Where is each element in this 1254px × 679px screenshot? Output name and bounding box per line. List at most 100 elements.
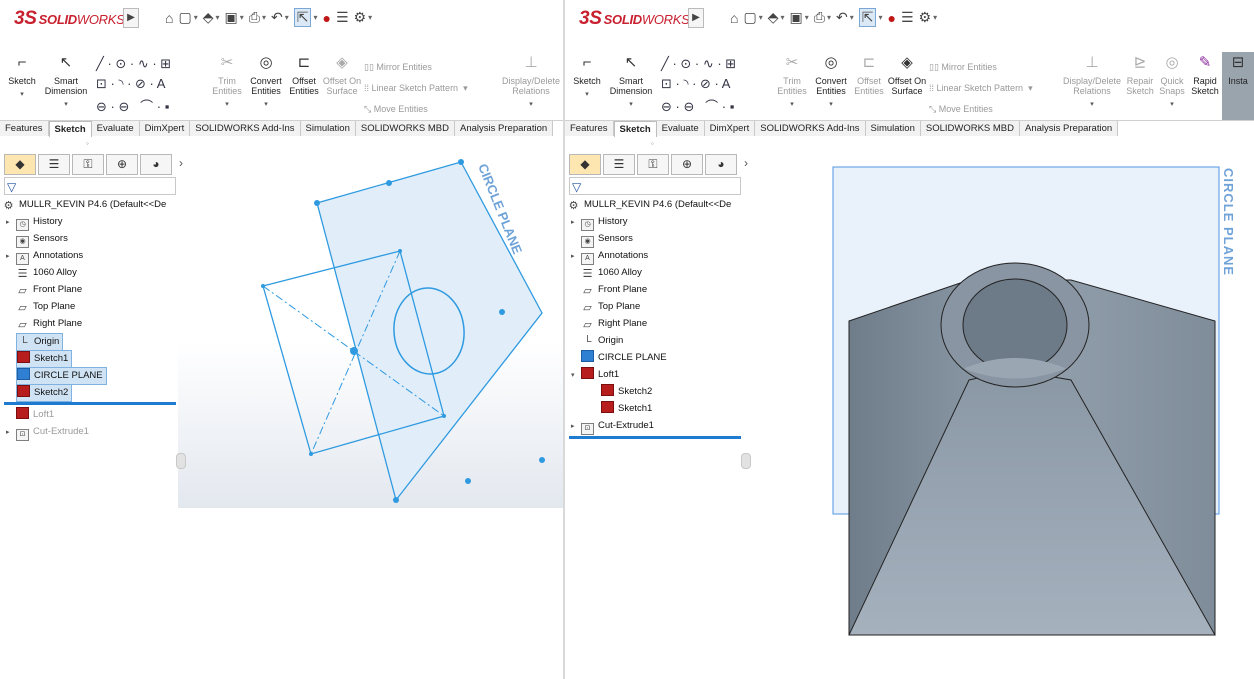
home-icon[interactable]: ⌂ (165, 10, 173, 26)
repair-sketch-button[interactable]: ⊵ Repair Sketch (1125, 52, 1155, 96)
linear-sketch-pattern-button[interactable]: ⁞⁞ Linear Sketch Pattern ▾ (929, 83, 1033, 94)
save-icon[interactable]: ▣ (790, 9, 803, 26)
convert-entities-button[interactable]: ◎ Convert Entities ▾ (246, 52, 286, 110)
print-icon[interactable]: ⎙ (814, 9, 825, 26)
tab-mbd[interactable]: SOLIDWORKS MBD (920, 121, 1021, 136)
tree-item-material[interactable]: ☰ 1060 Alloy (581, 265, 642, 281)
tree-item-right-plane[interactable]: ▱ Right Plane (581, 316, 647, 332)
file-properties-icon[interactable]: ☰ (901, 9, 914, 26)
offset-entities-button[interactable]: ⊏ Offset Entities (851, 52, 887, 96)
slot-tools-row[interactable]: ⊖ · ⊖ ⌒ · ▪ (96, 96, 169, 115)
panel-resize-handle[interactable] (176, 453, 186, 469)
tree-item-sketch2[interactable]: Sketch2 (16, 384, 73, 402)
display-manager-tab-icon[interactable]: ◕ (140, 154, 172, 175)
rebuild-icon[interactable]: ● (887, 10, 895, 26)
tree-item-sketch1[interactable]: Sketch1 (16, 350, 73, 368)
tab-simulation[interactable]: Simulation (300, 121, 356, 136)
tab-sketch[interactable]: Sketch (48, 121, 92, 137)
part-root[interactable]: ⚙ MULLR_KEVIN P4.6 (Default<<De (2, 197, 167, 213)
feature-tree-tab-icon[interactable]: ◆ (4, 154, 36, 175)
display-delete-relations-button[interactable]: ⊥ Display/Delete Relations ▾ (1061, 52, 1123, 110)
tab-analysis-preparation[interactable]: Analysis Preparation (455, 121, 554, 136)
tree-item-front-plane[interactable]: ▱ Front Plane (16, 282, 82, 298)
sketch-origin-point[interactable] (350, 347, 358, 355)
tab-evaluate[interactable]: Evaluate (656, 121, 705, 136)
part-root[interactable]: ⚙ MULLR_KEVIN P4.6 (Default<<De (567, 197, 732, 213)
graphics-area[interactable]: CIRCLE PLANE (743, 138, 1254, 679)
tree-item-right-plane[interactable]: ▱ Right Plane (16, 316, 82, 332)
tree-item-origin[interactable]: └ Origin (581, 333, 624, 349)
tree-item-loft1[interactable]: ▾ Loft1 (571, 367, 619, 383)
graphics-area[interactable]: CIRCLE PLANE (178, 138, 563, 508)
menu-expand-button[interactable]: ▶ (688, 8, 704, 28)
instant2d-button[interactable]: ⊟ Insta (1222, 52, 1254, 120)
tab-features[interactable]: Features (565, 121, 614, 136)
filter-field[interactable]: ▽ (569, 177, 741, 195)
tab-features[interactable]: Features (0, 121, 49, 136)
sketch-button[interactable]: ⌐ Sketch ▾ (569, 52, 605, 100)
offset-on-surface-button[interactable]: ◈ Offset On Surface (887, 52, 927, 96)
new-document-icon[interactable]: ▢ (178, 9, 191, 26)
linear-sketch-pattern-button[interactable]: ⁞⁞ Linear Sketch Pattern ▾ (364, 83, 468, 94)
select-icon[interactable]: ⇱ (858, 8, 877, 27)
smart-dimension-button[interactable]: ↖ Smart Dimension ▾ (605, 52, 657, 110)
display-delete-relations-button[interactable]: ⊥ Display/Delete Relations ▾ (500, 52, 562, 110)
menu-expand-button[interactable]: ▶ (123, 8, 139, 28)
mirror-entities-button[interactable]: ▯▯ Mirror Entities (929, 62, 997, 73)
trim-entities-button[interactable]: ✂ Trim Entities ▾ (775, 52, 809, 110)
tab-analysis-preparation[interactable]: Analysis Preparation (1020, 121, 1119, 136)
tree-item-annotations[interactable]: ▸ A Annotations (571, 248, 648, 265)
print-icon[interactable]: ⎙ (249, 9, 260, 26)
new-document-icon[interactable]: ▢ (743, 9, 756, 26)
offset-entities-button[interactable]: ⊏ Offset Entities (286, 52, 322, 96)
home-icon[interactable]: ⌂ (730, 10, 738, 26)
dimxpert-tab-icon[interactable]: ⊕ (671, 154, 703, 175)
tab-sketch[interactable]: Sketch (613, 121, 657, 137)
move-entities-button[interactable]: ⤡ Move Entities (929, 104, 993, 115)
slot-tools-row[interactable]: ⊖ · ⊖ ⌒ · ▪ (661, 96, 734, 115)
tree-item-top-plane[interactable]: ▱ Top Plane (16, 299, 75, 315)
property-manager-tab-icon[interactable]: ☰ (38, 154, 70, 175)
solidworks-logo[interactable]: 3S SOLIDWORKS (14, 8, 125, 30)
tab-simulation[interactable]: Simulation (865, 121, 921, 136)
configuration-tab-icon[interactable]: ⚿ (72, 154, 104, 175)
tree-item-circle-plane[interactable]: CIRCLE PLANE (581, 350, 667, 366)
file-properties-icon[interactable]: ☰ (336, 9, 349, 26)
tree-item-sensors[interactable]: ◉ Sensors (16, 231, 68, 248)
tree-item-history[interactable]: ▸ ◷ History (571, 214, 628, 231)
sketch-button[interactable]: ⌐ Sketch ▾ (4, 52, 40, 100)
tree-item-cut-extrude1[interactable]: ▸ ⊡ Cut-Extrude1 (6, 424, 89, 441)
configuration-tab-icon[interactable]: ⚿ (637, 154, 669, 175)
save-icon[interactable]: ▣ (225, 9, 238, 26)
collapse-handle[interactable]: ◦ (651, 139, 654, 148)
convert-entities-button[interactable]: ◎ Convert Entities ▾ (811, 52, 851, 110)
filter-field[interactable]: ▽ (4, 177, 176, 195)
undo-icon[interactable]: ↶ (836, 9, 848, 26)
tree-item-annotations[interactable]: ▸ A Annotations (6, 248, 83, 265)
offset-on-surface-button[interactable]: ◈ Offset On Surface (322, 52, 362, 96)
open-icon[interactable]: ⬘ (203, 9, 214, 26)
tab-addins[interactable]: SOLIDWORKS Add-Ins (755, 121, 866, 136)
open-icon[interactable]: ⬘ (768, 9, 779, 26)
line-tools-row[interactable]: ╱ · ⊙ · ∿ · ⊞ (661, 56, 736, 72)
ring-hole[interactable] (962, 278, 1068, 372)
tab-dimxpert[interactable]: DimXpert (704, 121, 756, 136)
options-icon[interactable]: ⚙ (919, 9, 932, 26)
collapse-handle[interactable]: ◦ (86, 139, 89, 148)
tree-item-front-plane[interactable]: ▱ Front Plane (581, 282, 647, 298)
mirror-entities-button[interactable]: ▯▯ Mirror Entities (364, 62, 432, 73)
dimxpert-tab-icon[interactable]: ⊕ (106, 154, 138, 175)
line-tools-row[interactable]: ╱ · ⊙ · ∿ · ⊞ (96, 56, 171, 72)
rollback-bar[interactable] (4, 402, 176, 405)
rollback-bar[interactable] (569, 436, 741, 439)
display-manager-tab-icon[interactable]: ◕ (705, 154, 737, 175)
panel-resize-handle[interactable] (741, 453, 751, 469)
tree-item-history[interactable]: ▸ ◷ History (6, 214, 63, 231)
tab-dimxpert[interactable]: DimXpert (139, 121, 191, 136)
property-manager-tab-icon[interactable]: ☰ (603, 154, 635, 175)
rapid-sketch-button[interactable]: ✎ Rapid Sketch (1189, 52, 1221, 96)
tab-addins[interactable]: SOLIDWORKS Add-Ins (190, 121, 301, 136)
options-icon[interactable]: ⚙ (354, 9, 367, 26)
select-icon[interactable]: ⇱ (293, 8, 312, 27)
tab-evaluate[interactable]: Evaluate (91, 121, 140, 136)
